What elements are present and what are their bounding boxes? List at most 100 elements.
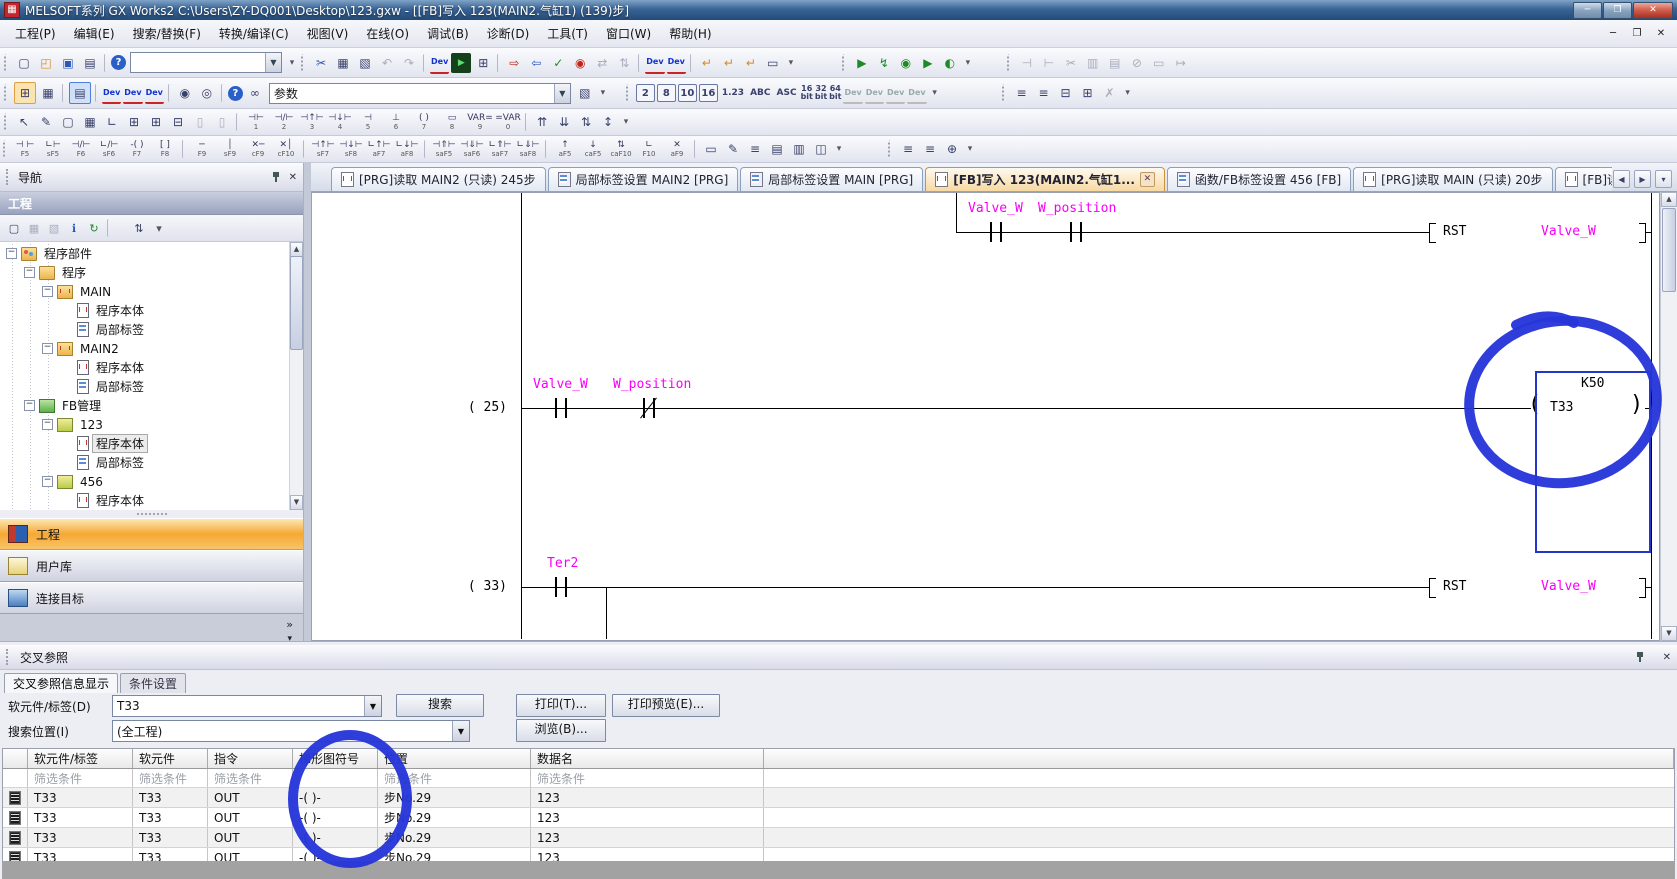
row-statement-icon[interactable]: ▥ (789, 139, 809, 159)
comment-jump-icon[interactable]: ↵ (741, 53, 761, 73)
program-check-icon[interactable]: ◉ (896, 53, 916, 73)
outline-expand-all-icon[interactable]: ⊞ (1078, 83, 1098, 103)
device-statement-icon[interactable]: Dev (123, 82, 142, 104)
tab-list-icon[interactable]: ▾ (1655, 170, 1672, 188)
tab-fb-read-456[interactable]: [FB]读取 456(M (1555, 167, 1612, 191)
expand-icon[interactable]: − (42, 286, 53, 297)
menu-help[interactable]: 帮助(H) (660, 22, 720, 45)
overflow-icon[interactable]: ▾ (597, 83, 609, 103)
find-binoculars-icon[interactable]: ∞ (245, 83, 265, 103)
nav-button-connection[interactable]: 连接目标 (0, 582, 303, 614)
menu-view[interactable]: 视图(V) (298, 22, 358, 45)
outline-collapse-icon[interactable]: ⊟ (1056, 83, 1076, 103)
falling-pulse-icon[interactable]: ⊣↓⊢ sF8 (338, 138, 364, 160)
tree-item-main-body[interactable]: 程序本体 (0, 301, 290, 320)
open-branch-icon[interactable]: ∟⊢ sF5 (40, 138, 66, 160)
property-icon[interactable]: ℹ (65, 219, 83, 237)
overflow-icon[interactable]: ▾ (286, 53, 298, 73)
tree-item-fb-123[interactable]: − 123 (0, 415, 290, 434)
project-tree-icon[interactable]: ⊞ (14, 82, 36, 104)
filter-cell[interactable]: 筛选条件 (378, 769, 531, 787)
open-contact[interactable] (555, 398, 557, 418)
display-binary-icon[interactable]: 2 (636, 84, 655, 102)
tree-item-fb-456[interactable]: − 456 (0, 472, 290, 491)
read-from-plc-icon[interactable]: ⇦ (526, 53, 546, 73)
redo-icon[interactable]: ↷ (399, 53, 419, 73)
rising-close-branch-icon[interactable]: ∟⇑⊢ saF7 (487, 138, 513, 160)
more-views-icon[interactable]: » (286, 618, 293, 631)
pin-icon[interactable] (271, 172, 281, 182)
tree-item-main2[interactable]: − MAIN2 (0, 339, 290, 358)
build-icon[interactable]: ▶ (852, 53, 872, 73)
column-header[interactable]: 软元件 (133, 749, 208, 768)
filter-cell[interactable]: 筛选条件 (531, 769, 764, 787)
tree-item-program[interactable]: − 程序 (0, 263, 290, 282)
transfer-icon[interactable]: ⇄ (592, 53, 612, 73)
ladder-editor[interactable]: Valve_W W_position RST Valve_W ( 25) Val… (311, 192, 1660, 641)
device-note-icon[interactable]: Dev (145, 82, 164, 104)
open-contact-icon[interactable]: ⊣ ⊢ F5 (12, 138, 38, 160)
menu-diagnostics[interactable]: 诊断(D) (478, 22, 539, 45)
zoom-icon[interactable]: ⊕ (942, 139, 962, 159)
expand-icon[interactable]: − (42, 343, 53, 354)
ladder-cursor-selection[interactable] (1535, 371, 1651, 553)
application-instruction-icon[interactable]: [ ] F8 (152, 138, 178, 160)
verify-with-plc-icon[interactable]: ✓ (548, 53, 568, 73)
device-comment-icon[interactable]: Dev (430, 52, 449, 74)
open-contact[interactable] (1000, 222, 1002, 242)
paste-icon[interactable]: ▧ (355, 53, 375, 73)
note-icon[interactable]: ▤ (767, 139, 787, 159)
tree-item-main2-body[interactable]: 程序本体 (0, 358, 290, 377)
column-header[interactable]: 软元件/标签 (28, 749, 133, 768)
panel-splitter[interactable] (0, 510, 303, 518)
outline-expand-icon[interactable]: ≡ (1012, 83, 1032, 103)
display-octal-icon[interactable]: 8 (657, 84, 676, 102)
overflow-icon[interactable]: ▾ (833, 139, 845, 159)
minimize-button[interactable]: ─ (1573, 2, 1602, 19)
open-project-icon[interactable]: ◰ (36, 53, 56, 73)
tab-condition-settings[interactable]: 条件设置 (120, 673, 186, 693)
display-hex-icon[interactable]: 16 (699, 84, 718, 102)
edit-block2-icon[interactable]: ▯ (212, 112, 232, 132)
print-preview-button[interactable]: 打印预览(E)... (612, 694, 720, 717)
st-edit2-icon[interactable]: ⊢ (1039, 53, 1059, 73)
transfer-setup-icon[interactable]: ▭ (763, 53, 783, 73)
chevron-down-icon[interactable]: ▼ (265, 53, 281, 72)
grip-handle[interactable] (6, 169, 12, 185)
tab-local-label-main[interactable]: 局部标签设置 MAIN [PRG] (740, 167, 923, 191)
scroll-down-icon[interactable]: ▼ (1661, 626, 1677, 641)
module-config-icon[interactable]: ▦ (38, 83, 58, 103)
invert-result-icon[interactable]: ↑ aF5 (552, 138, 578, 160)
device-label[interactable]: Valve_W (1541, 224, 1596, 239)
st-jump-icon[interactable]: ↦ (1171, 53, 1191, 73)
copy-icon[interactable]: ▦ (333, 53, 353, 73)
close-icon[interactable]: ✕ (289, 172, 297, 183)
tab-prg-main2-readonly[interactable]: [PRG]读取 MAIN2 (只读) 245步 (331, 167, 546, 191)
pulse-both-icon[interactable]: ⇅ (576, 112, 596, 132)
device-label[interactable]: Valve_W (968, 201, 1023, 216)
expand-icon[interactable]: − (24, 400, 35, 411)
display-setting-icon[interactable]: ◉ (175, 83, 195, 103)
tab-local-label-main2[interactable]: 局部标签设置 MAIN2 [PRG] (548, 167, 739, 191)
rising-contact-3-icon[interactable]: ⊣↑⊢ 3 (299, 111, 325, 133)
st-grid-icon[interactable]: ▥ (1083, 53, 1103, 73)
overflow-icon[interactable]: ▾ (962, 53, 974, 73)
scroll-up-icon[interactable]: ▲ (1661, 192, 1677, 207)
convert-pulse-icon[interactable]: ↓ caF5 (580, 138, 606, 160)
mdi-minimize-button[interactable]: ─ (1605, 28, 1621, 39)
instruction-8-icon[interactable]: ▭ 8 (439, 111, 465, 133)
coil-7-icon[interactable]: ( ) 7 (411, 111, 437, 133)
restore-button[interactable]: ❐ (1603, 2, 1632, 19)
rebuild-all-icon[interactable]: ↯ (874, 53, 894, 73)
edit-block-icon[interactable]: ▯ (190, 112, 210, 132)
device-label[interactable]: Valve_W (533, 377, 588, 392)
menu-tools[interactable]: 工具(T) (538, 22, 597, 45)
statement-icon[interactable]: ≡ (745, 139, 765, 159)
device-gray1-icon[interactable]: Dev (843, 82, 862, 104)
column-header[interactable]: 数据名 (531, 749, 764, 768)
overflow-icon[interactable]: ▾ (964, 139, 976, 159)
rst-instruction[interactable]: RST (1443, 579, 1466, 594)
draw-wire-icon[interactable]: ∟ (102, 112, 122, 132)
select-box-icon[interactable]: ▢ (58, 112, 78, 132)
device-gray4-icon[interactable]: Dev (907, 82, 926, 104)
